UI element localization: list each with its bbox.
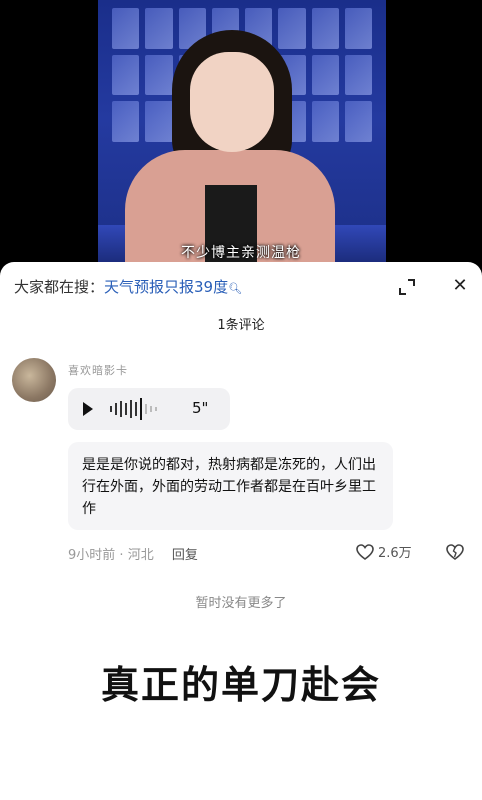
voice-message[interactable]: 5"	[68, 388, 230, 430]
comment-text: 是是是你说的都对，热射病都是冻死的，人们出行在外面，外面的劳动工作者都是在百叶乡…	[82, 457, 376, 517]
search-prefix: 大家都在搜：	[14, 278, 105, 296]
heart-icon	[356, 544, 374, 560]
trending-search-bar[interactable]: 大家都在搜：天气预报只报39度🔍︎	[14, 276, 242, 297]
comment-meta: 9小时前 · 河北 回复	[68, 544, 198, 563]
comment-location: 河北	[127, 548, 154, 563]
like-count: 2.6万	[378, 546, 412, 561]
comment-sheet: 大家都在搜：天气预报只报39度🔍︎ ✕ 1条评论 喜欢暗影卡 5" 是是是你说的…	[0, 262, 482, 800]
comment-text-bubble[interactable]: 是是是你说的都对，热射病都是冻死的，人们出行在外面，外面的劳动工作者都是在百叶乡…	[68, 442, 393, 530]
video-caption: 真正的单刀赴会	[100, 663, 381, 707]
search-keyword-link[interactable]: 天气预报只报39度	[104, 278, 228, 296]
reply-button[interactable]: 回复	[172, 548, 198, 563]
avatar[interactable]	[12, 358, 56, 402]
search-icon: 🔍︎	[228, 282, 243, 295]
close-icon[interactable]: ✕	[450, 276, 470, 296]
video-player[interactable]: 不少博主亲测温枪	[0, 0, 482, 265]
no-more-comments: 暂时没有更多了	[195, 596, 287, 611]
meta-separator: ·	[119, 548, 128, 563]
video-subtitle: 不少博主亲测温枪	[181, 245, 301, 261]
play-icon[interactable]	[83, 402, 93, 416]
voice-duration: 5"	[192, 399, 209, 417]
like-button[interactable]: 2.6万	[356, 542, 412, 561]
waveform-icon	[110, 398, 157, 420]
comment-username[interactable]: 喜欢暗影卡	[68, 362, 128, 378]
expand-icon[interactable]	[398, 278, 416, 296]
comment-time: 9小时前	[68, 548, 116, 563]
comment-count: 1条评论	[217, 318, 265, 333]
news-anchor-face	[190, 52, 274, 152]
broken-heart-icon[interactable]	[446, 544, 464, 560]
